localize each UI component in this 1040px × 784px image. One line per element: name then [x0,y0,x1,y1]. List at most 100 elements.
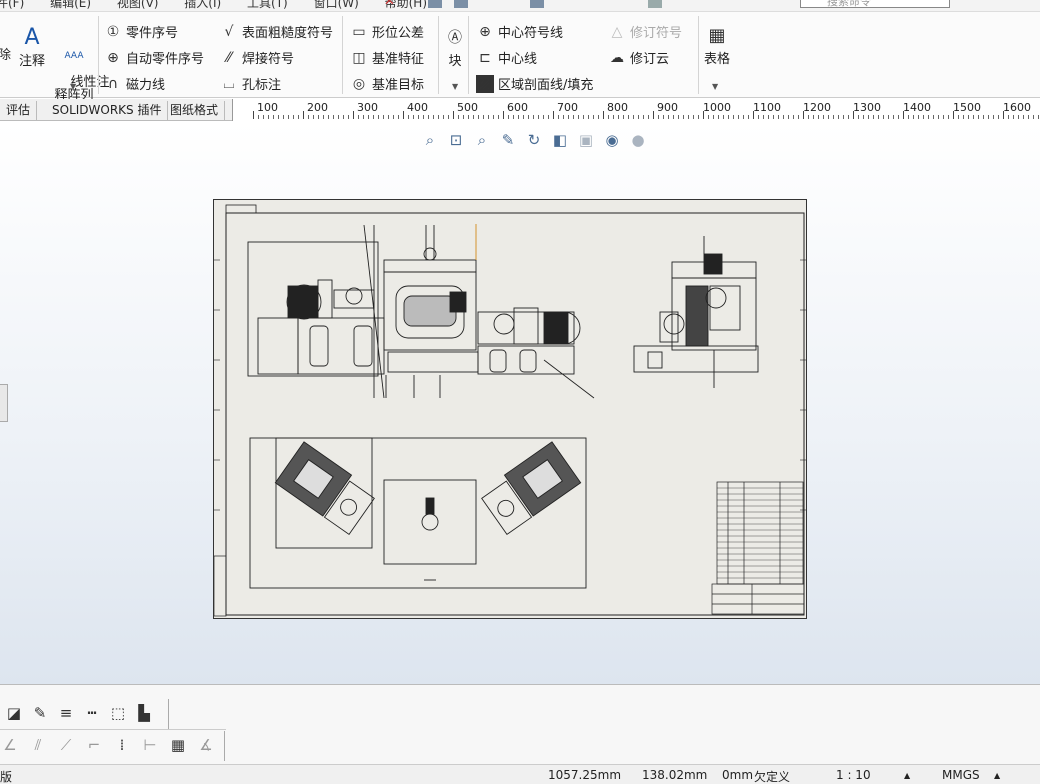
new-document-icon[interactable] [454,0,468,8]
view-orientation-icon[interactable]: ◧ [550,130,570,150]
rotate-icon[interactable]: ↻ [524,130,544,150]
menu-tools[interactable]: 工具(T) [247,0,288,10]
close-icon[interactable]: ✕ [384,0,395,9]
angle-dimension-icon[interactable]: ∡ [196,735,216,755]
display-style-icon[interactable]: ▣ [576,130,596,150]
ruler-tick [918,115,919,119]
datum-target-button[interactable]: ◎ 基准目标 [350,74,424,94]
ruler-tick [603,111,604,119]
ruler-label: 700 [557,101,578,114]
dimension-icon[interactable]: ⁞ [112,735,132,755]
corner-icon[interactable]: ⌐ [84,735,104,755]
ruler-tick [328,115,329,119]
ruler-tick [638,115,639,119]
parallel-lines-icon[interactable]: ⫽ [28,735,48,755]
revision-symbol-button[interactable]: △ 修订符号 [608,22,682,42]
surface-finish-button[interactable]: √ 表面粗糙度符号 [220,22,333,42]
ruler-tick [833,115,834,119]
table-button[interactable]: ▦ 表格 [702,24,732,67]
ruler-tick [848,115,849,119]
ruler-tick [423,115,424,119]
chevron-up-icon[interactable]: ▲ [904,771,910,780]
block-button[interactable]: Ⓐ 块 [444,26,466,69]
ruler-tick [558,115,559,119]
layer-icon[interactable]: ◪ [4,703,24,723]
balloon-button[interactable]: ① 零件序号 [104,22,178,42]
tab-evaluate[interactable]: 评估 [0,101,38,120]
drawing-sheet[interactable] [213,199,807,619]
delete-button-partial[interactable]: 除 [0,44,11,63]
menu-view[interactable]: 视图(V) [117,0,159,10]
ruler-tick [818,115,819,119]
ruler-tick [958,115,959,119]
revision-symbol-icon: △ [611,23,623,40]
ruler-tick [928,115,929,119]
hide-edge-icon[interactable]: ⬚ [108,703,128,723]
color-display-icon[interactable]: ▙ [134,703,154,723]
search-input[interactable]: 搜索命令 [800,0,950,8]
zoom-to-area-icon[interactable]: ⊡ [446,130,466,150]
auto-balloon-button[interactable]: ⊕ 自动零件序号 [104,48,204,68]
pan-icon[interactable]: ✎ [498,130,518,150]
note-button[interactable]: A 注释 [18,25,46,70]
ruler-tick [268,115,269,119]
chevron-down-icon[interactable]: ▼ [70,82,76,91]
tab-solidworks-addins[interactable]: SOLIDWORKS 插件 [46,101,169,120]
hole-callout-button[interactable]: ⌴ 孔标注 [220,74,281,94]
menu-file[interactable]: 件(F) [0,0,24,10]
note-icon: A [24,25,40,50]
weld-symbol-button[interactable]: ⁄⁄ 焊接符号 [220,48,294,68]
drawing-canvas[interactable]: ⌕ ⊡ ⌕ ✎ ↻ ◧ ▣ ◉ ● [0,122,1040,684]
chevron-up-icon[interactable]: ▲ [994,771,1000,780]
select-icon[interactable] [648,0,662,8]
ruler-label: 200 [307,101,328,114]
chevron-down-icon[interactable]: ▼ [452,82,458,91]
hide-show-icon[interactable]: ◉ [602,130,622,150]
line-thickness-icon[interactable]: ≡ [56,703,76,723]
ruler-tick [743,115,744,119]
gtol-icon: ▭ [352,23,366,40]
grid-icon[interactable]: ▦ [168,735,188,755]
home-icon[interactable] [428,0,442,8]
previous-view-icon[interactable]: ⌕ [472,130,492,150]
tab-sheet-format[interactable]: 图纸格式 [164,101,226,120]
ruler-tick [613,115,614,119]
save-icon[interactable] [530,0,544,8]
zoom-to-fit-icon[interactable]: ⌕ [420,130,440,150]
centerline-icon: ⊏ [479,49,491,66]
slash-icon[interactable]: ⟋ [56,735,76,755]
ruler-tick [683,115,684,119]
gtol-button[interactable]: ▭ 形位公差 [350,22,424,42]
magnetic-line-button[interactable]: ∩ 磁力线 [104,74,165,94]
ruler-label: 1400 [903,101,931,114]
chevron-down-icon[interactable]: ▼ [712,82,718,91]
sketch-status: 欠定义 [754,770,791,784]
ruler-tick [673,115,674,119]
menu-window[interactable]: 窗口(W) [314,0,359,10]
ruler-tick [633,115,634,119]
datum-feature-button[interactable]: ◫ 基准特征 [350,48,424,68]
line-style-icon[interactable]: ┅ [82,703,102,723]
angle-icon[interactable]: ∠ [0,735,20,755]
ruler-tick [763,115,764,119]
ruler-label: 800 [607,101,628,114]
appearance-icon[interactable]: ● [628,130,648,150]
unit-system[interactable]: MMGS [942,768,980,782]
ruler-tick [553,111,554,119]
bom-rows [717,487,803,579]
ruler-tick [438,115,439,119]
ruler-tick [428,115,429,119]
horizontal-dimension-icon[interactable]: ⊢ [140,735,160,755]
sheet-scale[interactable]: 1 : 10 [836,768,871,782]
panel-collapse-handle[interactable] [0,384,8,422]
ruler-tick [258,115,259,119]
menu-edit[interactable]: 编辑(E) [50,0,91,10]
centermark-button[interactable]: ⊕ 中心符号线 [476,22,563,42]
ruler-tick [333,115,334,119]
centerline-button[interactable]: ⊏ 中心线 [476,48,537,68]
ruler-tick [533,115,534,119]
menu-insert[interactable]: 插入(I) [184,0,221,10]
line-color-icon[interactable]: ✎ [30,703,50,723]
revision-cloud-button[interactable]: ☁ 修订云 [608,48,669,68]
area-hatch-button[interactable]: ▨ 区域剖面线/填充 [476,74,593,93]
